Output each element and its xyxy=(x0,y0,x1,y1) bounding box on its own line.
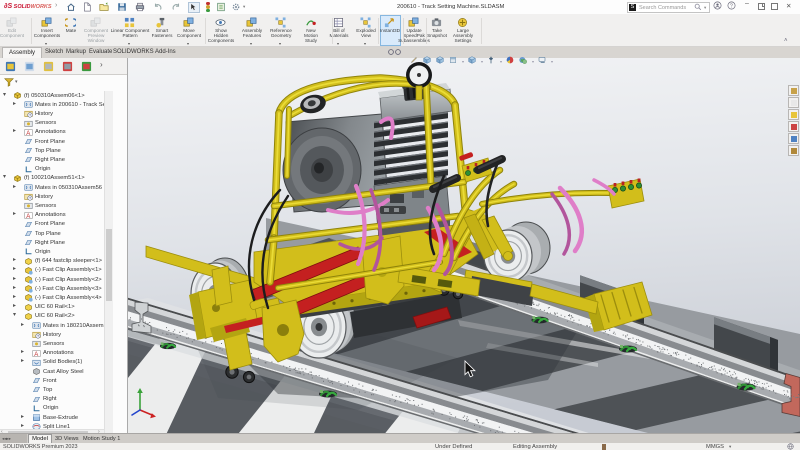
svg-text:A: A xyxy=(34,351,38,357)
svg-text:A: A xyxy=(26,131,30,137)
svg-text:A: A xyxy=(26,213,30,219)
svg-text:?: ? xyxy=(730,3,733,9)
